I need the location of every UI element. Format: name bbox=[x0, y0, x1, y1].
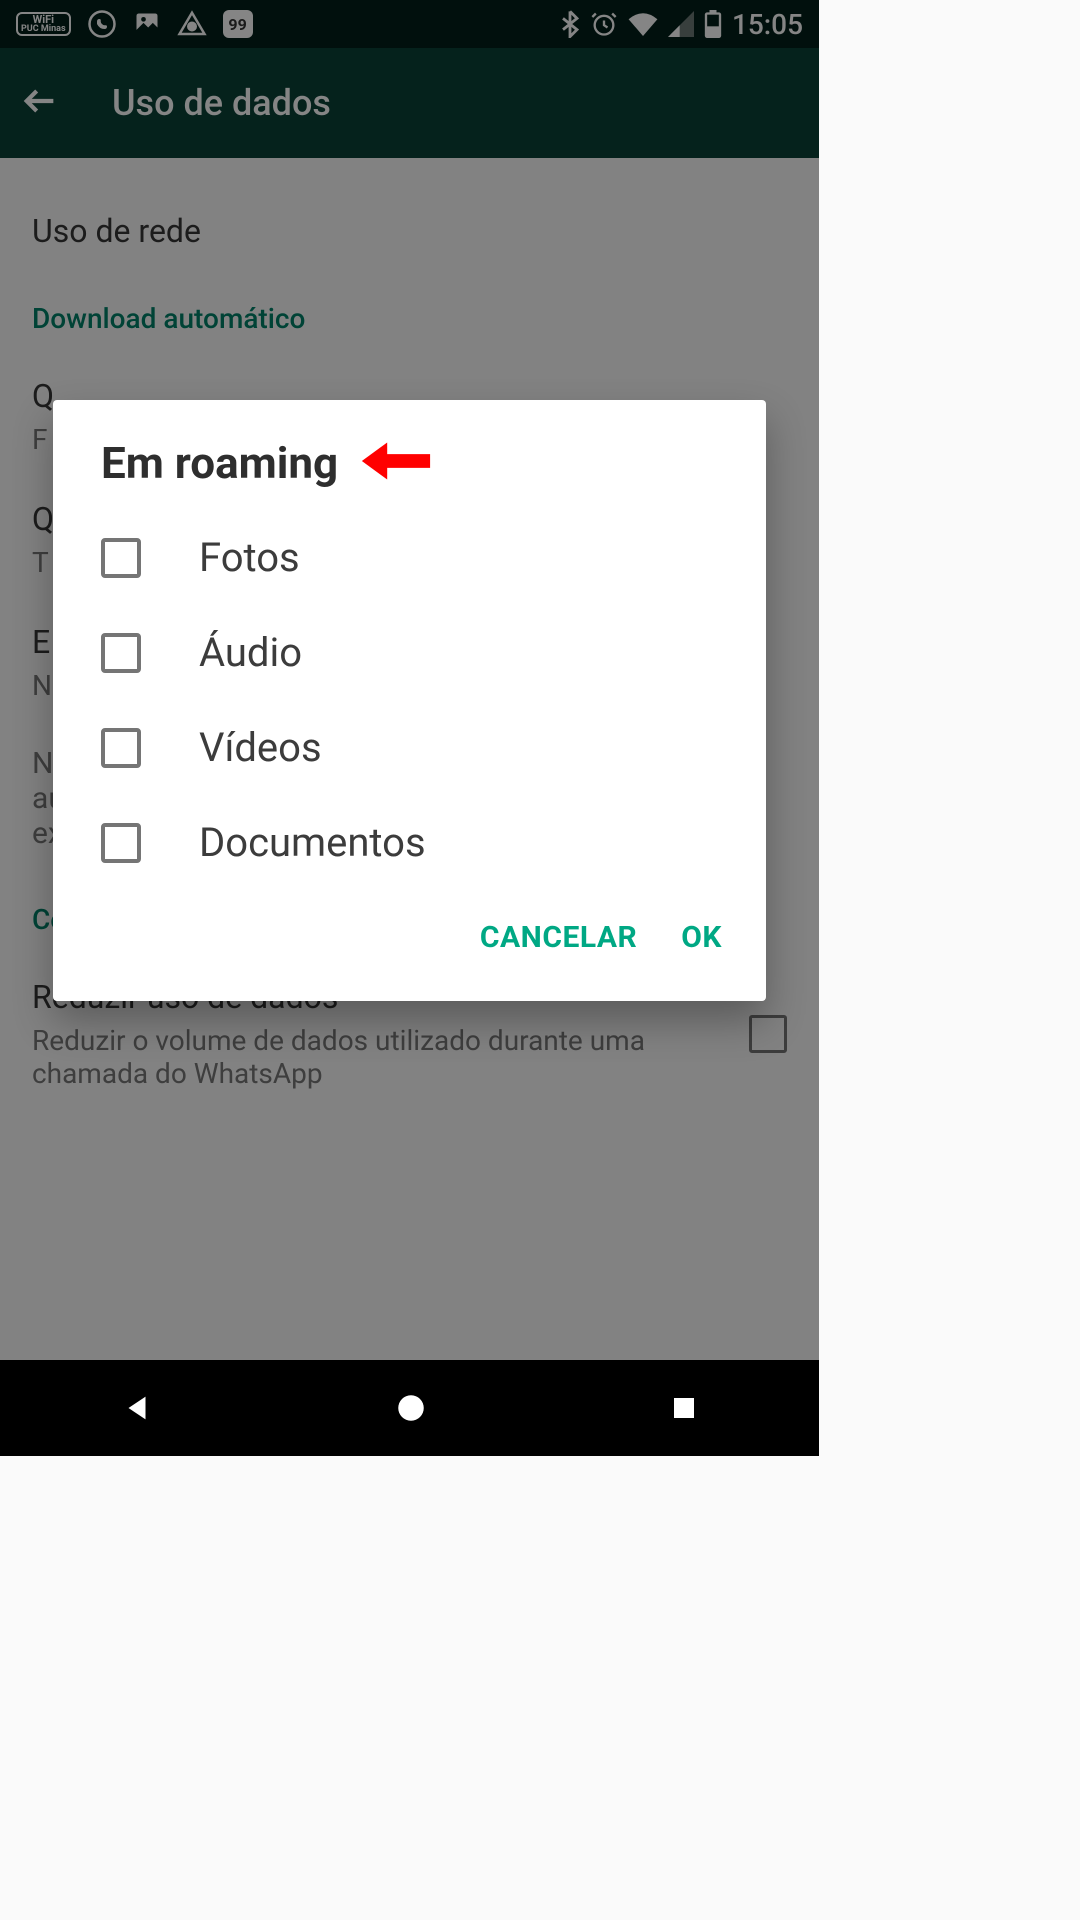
option-label-fotos: Fotos bbox=[199, 534, 300, 581]
option-label-documentos: Documentos bbox=[199, 819, 426, 866]
dialog-option-audio[interactable]: Áudio bbox=[53, 605, 766, 700]
nav-back-button[interactable] bbox=[120, 1391, 154, 1425]
checkbox-videos[interactable] bbox=[101, 728, 141, 768]
option-label-audio: Áudio bbox=[199, 629, 302, 676]
checkbox-documentos[interactable] bbox=[101, 823, 141, 863]
option-label-videos: Vídeos bbox=[199, 724, 322, 771]
dialog-option-fotos[interactable]: Fotos bbox=[53, 510, 766, 605]
nav-home-button[interactable] bbox=[394, 1391, 428, 1425]
checkbox-fotos[interactable] bbox=[101, 538, 141, 578]
nav-recent-button[interactable] bbox=[669, 1393, 699, 1423]
dialog-title: Em roaming bbox=[101, 437, 338, 489]
cancel-button[interactable]: CANCELAR bbox=[480, 920, 637, 955]
dialog-option-documentos[interactable]: Documentos bbox=[53, 795, 766, 890]
ok-button[interactable]: OK bbox=[681, 920, 722, 955]
dialog-option-videos[interactable]: Vídeos bbox=[53, 700, 766, 795]
roaming-dialog: Em roaming Fotos Áudio Vídeos Documentos… bbox=[53, 400, 766, 1001]
checkbox-audio[interactable] bbox=[101, 633, 141, 673]
navigation-bar bbox=[0, 1360, 819, 1456]
annotation-arrow-icon bbox=[356, 436, 434, 490]
